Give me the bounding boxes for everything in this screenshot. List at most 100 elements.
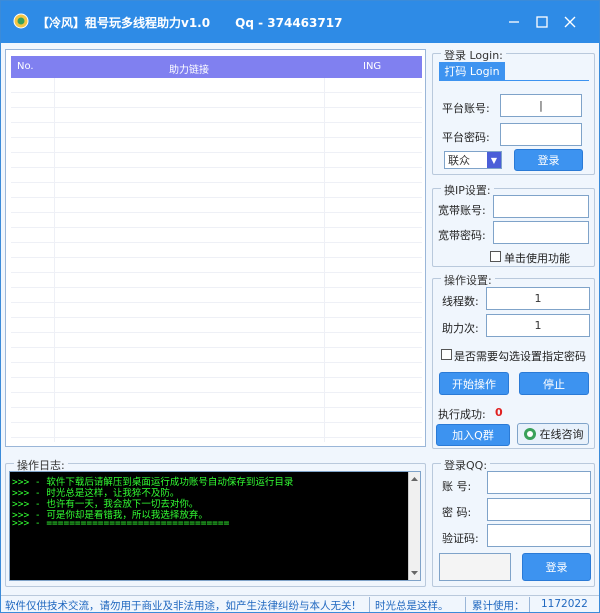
stop-button[interactable]: 停止	[519, 372, 589, 395]
specify-password-checkbox[interactable]	[441, 349, 452, 360]
operation-settings-group: 操作设置: 线程数: 1 助力次: 1 是否需要勾选设置指定密码 开始操作 停止…	[432, 272, 595, 449]
list-row[interactable]	[11, 348, 422, 363]
scroll-up-icon[interactable]	[409, 474, 420, 484]
link-list[interactable]: No. 助力链接 ING	[5, 49, 426, 447]
text-cursor: |	[539, 99, 543, 112]
minimize-button[interactable]	[501, 9, 527, 35]
list-header: No. 助力链接 ING	[11, 56, 422, 78]
platform-account-input[interactable]: |	[500, 94, 582, 117]
provider-select-value: 联众	[448, 154, 470, 167]
platform-account-label: 平台账号:	[442, 102, 490, 115]
platform-password-label: 平台密码:	[442, 131, 490, 144]
broadband-account-input[interactable]	[493, 195, 589, 218]
list-row[interactable]	[11, 153, 422, 168]
assist-count-input[interactable]: 1	[486, 314, 590, 337]
success-count-value: 0	[495, 406, 503, 419]
thread-count-input[interactable]: 1	[486, 287, 590, 310]
qq-login-title: 登录QQ:	[441, 457, 491, 473]
success-count-label: 执行成功:	[438, 408, 486, 421]
status-bar: 软件仅供技术交流，请勿用于商业及非法用途，如产生法律纠纷与本人无关! 时光总是这…	[1, 595, 599, 612]
list-row[interactable]	[11, 408, 422, 423]
list-row[interactable]	[11, 243, 422, 258]
list-row[interactable]	[11, 183, 422, 198]
list-row[interactable]	[11, 333, 422, 348]
list-row[interactable]	[11, 363, 422, 378]
list-row[interactable]	[11, 198, 422, 213]
assist-count-label: 助力次:	[442, 322, 479, 335]
list-body	[11, 78, 422, 442]
qq-login-group: 登录QQ: 账 号: 密 码: 验证码: 登录	[432, 457, 595, 587]
online-consult-label: 在线咨询	[539, 428, 584, 441]
join-qq-group-button[interactable]: 加入Q群	[436, 424, 510, 446]
scroll-down-icon[interactable]	[409, 568, 420, 578]
start-button[interactable]: 开始操作	[439, 372, 509, 395]
chevron-down-icon[interactable]: ▼	[487, 152, 501, 168]
list-row[interactable]	[11, 138, 422, 153]
qq-password-label: 密 码:	[442, 506, 472, 519]
column-link[interactable]: 助力链接	[169, 61, 209, 76]
list-row[interactable]	[11, 393, 422, 408]
list-row[interactable]	[11, 258, 422, 273]
captcha-image[interactable]	[439, 553, 511, 581]
close-button[interactable]	[557, 9, 583, 35]
operation-settings-title: 操作设置:	[441, 272, 495, 288]
usage-label: 累计使用：	[472, 600, 525, 612]
column-no[interactable]: No.	[17, 61, 34, 72]
motto-text: 时光总是这样。	[375, 600, 449, 612]
minimize-icon	[509, 21, 519, 23]
list-row[interactable]	[11, 93, 422, 108]
single-click-label: 单击使用功能	[504, 252, 570, 265]
list-row[interactable]	[11, 378, 422, 393]
qq-captcha-label: 验证码:	[442, 532, 479, 545]
maximize-button[interactable]	[529, 9, 555, 35]
ip-settings-title: 换IP设置:	[441, 182, 494, 198]
window-title: 【冷风】租号玩多线程助力v1.0 Qq - 374463717	[37, 16, 343, 30]
status-divider	[529, 597, 530, 612]
provider-select[interactable]: 联众 ▼	[444, 151, 502, 169]
app-logo-icon	[13, 13, 29, 29]
client-area: No. 助力链接 ING 登录 Login: 打码 Login 平台账号: | …	[1, 43, 599, 595]
specify-password-label: 是否需要勾选设置指定密码	[454, 350, 586, 363]
qq-captcha-input[interactable]	[487, 524, 591, 547]
list-row[interactable]	[11, 123, 422, 138]
status-divider	[369, 597, 370, 612]
title-bar[interactable]: 【冷风】租号玩多线程助力v1.0 Qq - 374463717	[1, 1, 599, 43]
usage-count: 1172022	[541, 598, 588, 610]
log-line: >>> - ================================	[12, 518, 230, 529]
list-row[interactable]	[11, 78, 422, 93]
log-output[interactable]: >>> - 软件下载后请解压到桌面运行成功账号自动保存到运行目录 >>> - 时…	[9, 471, 421, 581]
platform-login-button[interactable]: 登录	[514, 149, 583, 171]
list-row[interactable]	[11, 168, 422, 183]
list-row[interactable]	[11, 228, 422, 243]
maximize-icon	[536, 16, 548, 28]
list-row[interactable]	[11, 273, 422, 288]
list-row[interactable]	[11, 303, 422, 318]
ip-settings-group: 换IP设置: 宽带账号: 宽带密码: 单击使用功能	[432, 182, 595, 267]
broadband-account-label: 宽带账号:	[438, 204, 486, 217]
log-scrollbar[interactable]	[408, 472, 420, 580]
status-divider	[465, 597, 466, 612]
column-ing[interactable]: ING	[363, 61, 381, 72]
thread-count-label: 线程数:	[442, 295, 479, 308]
list-row[interactable]	[11, 213, 422, 228]
tab-underline	[439, 80, 589, 81]
qq-password-input[interactable]	[487, 498, 591, 521]
close-icon	[564, 16, 576, 28]
qq-login-button[interactable]: 登录	[522, 553, 591, 581]
login-group-title: 登录 Login:	[441, 47, 506, 63]
login-group: 登录 Login: 打码 Login 平台账号: | 平台密码: 联众 ▼ 登录	[432, 47, 595, 175]
list-row[interactable]	[11, 288, 422, 303]
app-window: 【冷风】租号玩多线程助力v1.0 Qq - 374463717 No. 助力链接…	[0, 0, 600, 613]
platform-password-input[interactable]	[500, 123, 582, 146]
list-row[interactable]	[11, 108, 422, 123]
list-row[interactable]	[11, 423, 422, 438]
chat-icon	[523, 428, 536, 440]
single-click-checkbox[interactable]	[490, 251, 501, 262]
broadband-password-label: 宽带密码:	[438, 229, 486, 242]
broadband-password-input[interactable]	[493, 221, 589, 244]
online-consult-button[interactable]: 在线咨询	[517, 423, 589, 445]
disclaimer-text: 软件仅供技术交流，请勿用于商业及非法用途，如产生法律纠纷与本人无关!	[5, 600, 356, 612]
tab-captcha-login[interactable]: 打码 Login	[439, 62, 505, 80]
list-row[interactable]	[11, 318, 422, 333]
qq-account-input[interactable]	[487, 471, 591, 494]
